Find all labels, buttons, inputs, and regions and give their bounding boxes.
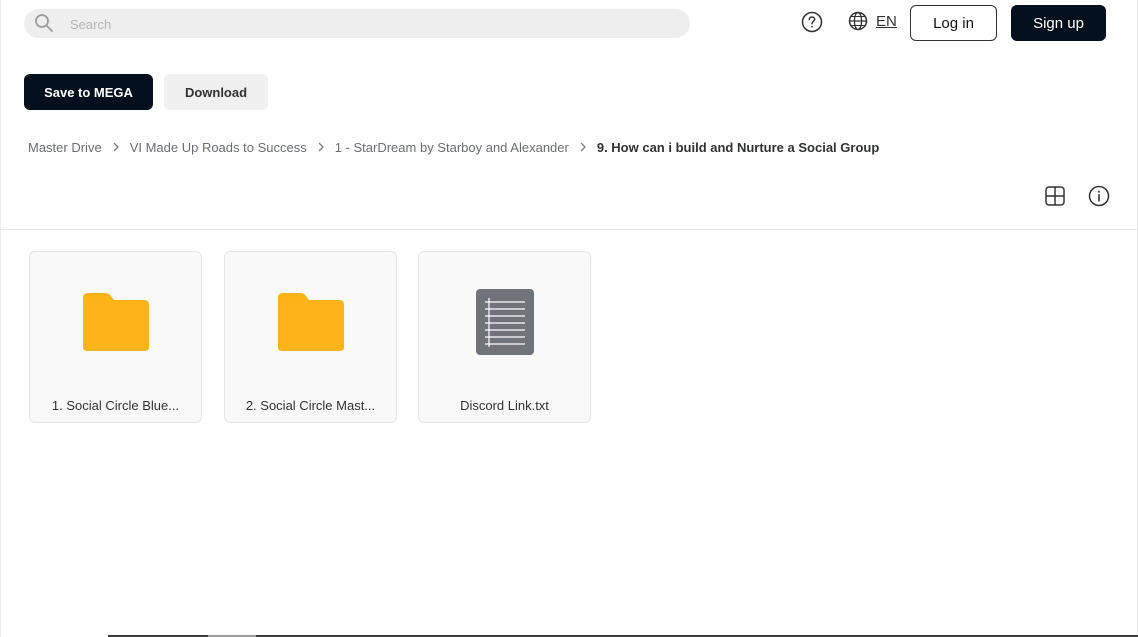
grid-view-icon[interactable]: [1044, 185, 1066, 207]
signup-button[interactable]: Sign up: [1011, 5, 1106, 41]
language-selector[interactable]: EN: [848, 11, 897, 31]
chevron-right-icon: [569, 139, 597, 155]
chevron-right-icon: [307, 139, 335, 155]
text-file-icon: [475, 289, 534, 355]
file-name: Discord Link.txt: [460, 398, 549, 413]
file-card-folder[interactable]: 2. Social Circle Mast...: [224, 251, 397, 423]
search-bar[interactable]: [24, 9, 690, 40]
search-input[interactable]: [68, 9, 672, 40]
breadcrumb-item[interactable]: Master Drive: [28, 140, 102, 155]
chevron-right-icon: [102, 139, 130, 155]
login-button[interactable]: Log in: [910, 5, 997, 41]
file-card-folder[interactable]: 1. Social Circle Blue...: [29, 251, 202, 423]
breadcrumb-item[interactable]: 1 - StarDream by Starboy and Alexander: [335, 140, 569, 155]
info-icon[interactable]: [1088, 185, 1110, 207]
file-name: 2. Social Circle Mast...: [245, 398, 376, 413]
file-card-text[interactable]: Discord Link.txt: [418, 251, 591, 423]
content-divider: [0, 229, 1138, 230]
globe-icon: [848, 11, 868, 31]
breadcrumb: Master Drive VI Made Up Roads to Success…: [28, 139, 879, 155]
search-icon: [35, 14, 53, 32]
frame-edge-left: [0, 0, 1, 637]
help-icon[interactable]: [801, 11, 823, 33]
file-name: 1. Social Circle Blue...: [51, 398, 180, 413]
breadcrumb-current: 9. How can i build and Nurture a Social …: [596, 139, 880, 155]
save-to-mega-button[interactable]: Save to MEGA: [24, 74, 153, 110]
download-button[interactable]: Download: [164, 74, 268, 110]
folder-icon: [82, 293, 149, 351]
breadcrumb-item[interactable]: VI Made Up Roads to Success: [130, 140, 307, 155]
language-code[interactable]: EN: [876, 13, 897, 30]
folder-icon: [277, 293, 344, 351]
